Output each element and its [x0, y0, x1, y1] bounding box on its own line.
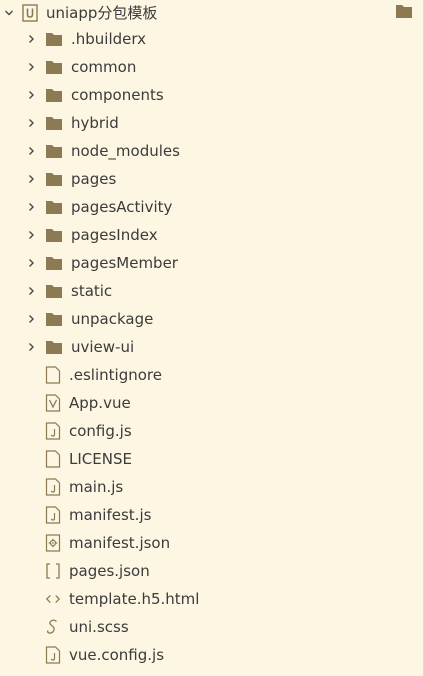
json-settings-file-icon [45, 534, 61, 552]
folder-icon [45, 87, 63, 103]
folder-row-static[interactable]: static [0, 277, 421, 305]
folder-label: common [71, 58, 137, 76]
project-root-label: uniapp分包模板 [46, 4, 158, 22]
chevron-right-icon[interactable] [26, 62, 36, 72]
chevron-down-icon[interactable] [4, 8, 14, 18]
file-row-manifest-json[interactable]: manifest.json [0, 529, 421, 557]
folder-icon [45, 339, 63, 355]
folder-row-pagesmember[interactable]: pagesMember [0, 249, 421, 277]
folder-icon [45, 283, 63, 299]
file-row-main-js[interactable]: main.js [0, 473, 421, 501]
folder-icon [45, 311, 63, 327]
folder-icon [45, 31, 63, 47]
chevron-right-icon[interactable] [26, 202, 36, 212]
folder-icon [45, 143, 63, 159]
file-label: LICENSE [69, 450, 132, 468]
folder-label: pagesIndex [71, 226, 158, 244]
file-row-pages-json[interactable]: pages.json [0, 557, 421, 585]
folder-row-common[interactable]: common [0, 53, 421, 81]
chevron-right-icon[interactable] [26, 230, 36, 240]
file-row-app-vue[interactable]: App.vue [0, 389, 421, 417]
file-row-config-js[interactable]: config.js [0, 417, 421, 445]
file-row-uni-scss[interactable]: uni.scss [0, 613, 421, 641]
vue-file-icon [45, 394, 61, 412]
file-label: main.js [69, 478, 124, 496]
folder-label: static [71, 282, 113, 300]
file-label: App.vue [69, 394, 131, 412]
folder-row-pagesindex[interactable]: pagesIndex [0, 221, 421, 249]
json-file-icon [45, 562, 61, 580]
file-label: manifest.json [69, 534, 171, 552]
chevron-right-icon[interactable] [26, 34, 36, 44]
folder-row-hybrid[interactable]: hybrid [0, 109, 421, 137]
file-label: pages.json [69, 562, 150, 580]
scss-file-icon [45, 618, 61, 636]
folder-label: pagesActivity [71, 198, 173, 216]
chevron-right-icon[interactable] [26, 174, 36, 184]
folder-row-pagesactivity[interactable]: pagesActivity [0, 193, 421, 221]
folder-label: .hbuilderx [71, 30, 147, 48]
chevron-right-icon[interactable] [26, 314, 36, 324]
chevron-right-icon[interactable] [26, 258, 36, 268]
chevron-right-icon[interactable] [26, 286, 36, 296]
project-root-row[interactable]: uniapp分包模板 [0, 0, 421, 25]
js-file-icon [45, 506, 61, 524]
folder-row-hbuilderx[interactable]: .hbuilderx [0, 25, 421, 53]
js-file-icon [45, 422, 61, 440]
folder-icon [45, 227, 63, 243]
folder-row-node-modules[interactable]: node_modules [0, 137, 421, 165]
folder-row-components[interactable]: components [0, 81, 421, 109]
chevron-right-icon[interactable] [26, 118, 36, 128]
folder-label: pagesMember [71, 254, 178, 272]
file-label: uni.scss [69, 618, 129, 636]
folder-label: node_modules [71, 142, 180, 160]
file-row-manifest-js[interactable]: manifest.js [0, 501, 421, 529]
file-label: vue.config.js [69, 646, 165, 664]
file-row-vue-config-js[interactable]: vue.config.js [0, 641, 421, 669]
file-label: config.js [69, 422, 132, 440]
folder-row-unpackage[interactable]: unpackage [0, 305, 421, 333]
folder-label: hybrid [71, 114, 119, 132]
chevron-right-icon[interactable] [26, 90, 36, 100]
file-label: manifest.js [69, 506, 152, 524]
file-explorer: uniapp分包模板 .hbuilderx common components hyb… [0, 0, 424, 676]
chevron-right-icon[interactable] [26, 342, 36, 352]
folder-icon [45, 255, 63, 271]
project-icon [22, 3, 38, 22]
file-label: template.h5.html [69, 590, 200, 608]
file-row-eslintignore[interactable]: .eslintignore [0, 361, 421, 389]
folder-row-uview-ui[interactable]: uview-ui [0, 333, 421, 361]
html-file-icon [45, 590, 61, 608]
folder-icon [45, 199, 63, 215]
folder-row-pages[interactable]: pages [0, 165, 421, 193]
folder-label: pages [71, 170, 117, 188]
chevron-right-icon[interactable] [26, 146, 36, 156]
folder-icon [45, 171, 63, 187]
js-file-icon [45, 646, 61, 664]
folder-label: unpackage [71, 310, 154, 328]
folder-label: components [71, 86, 164, 104]
file-label: .eslintignore [69, 366, 162, 384]
file-row-template-h5-html[interactable]: template.h5.html [0, 585, 421, 613]
folder-icon[interactable] [395, 3, 413, 19]
file-row-license[interactable]: LICENSE [0, 445, 421, 473]
folder-label: uview-ui [71, 338, 135, 356]
folder-icon [45, 115, 63, 131]
file-icon [45, 450, 61, 468]
js-file-icon [45, 478, 61, 496]
file-icon [45, 366, 61, 384]
folder-icon [45, 59, 63, 75]
